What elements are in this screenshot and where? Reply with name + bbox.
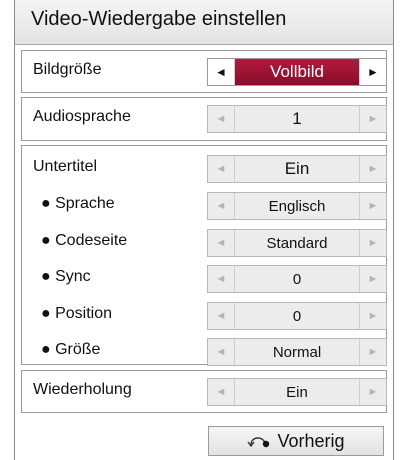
selector-value: 0	[235, 303, 359, 329]
arrow-right-icon[interactable]: ►	[359, 106, 386, 132]
row-label: Bildgröße	[33, 61, 102, 78]
row-label: ● Position	[41, 305, 113, 322]
arrow-right-icon[interactable]: ►	[359, 156, 386, 182]
back-button-label: Vorherig	[277, 430, 345, 451]
codepage-selector[interactable]: ◄ Standard ►	[207, 229, 387, 257]
row-position: ● Position ◄ 0 ►	[21, 297, 387, 333]
back-return-icon	[247, 433, 271, 449]
video-playback-settings-panel: Video-Wiedergabe einstellen Bildgröße ◄ …	[14, 0, 394, 460]
row-sync: ● Sync ◄ 0 ►	[21, 260, 387, 296]
row-size: ● Größe ◄ Normal ►	[21, 333, 387, 369]
arrow-right-icon[interactable]: ►	[359, 339, 386, 365]
back-button[interactable]: Vorherig	[208, 426, 384, 456]
row-label: ● Sync	[41, 268, 91, 285]
selector-value: Normal	[235, 339, 359, 365]
row-subtitle-language: ● Sprache ◄ Englisch ►	[21, 187, 387, 223]
row-audio-language: Audiosprache ◄ 1 ►	[21, 100, 387, 136]
arrow-left-icon[interactable]: ◄	[208, 379, 235, 405]
row-label: ● Größe	[41, 341, 101, 358]
sync-selector[interactable]: ◄ 0 ►	[207, 265, 387, 293]
arrow-left-icon[interactable]: ◄	[208, 339, 235, 365]
subtitle-language-selector[interactable]: ◄ Englisch ►	[207, 192, 387, 220]
position-selector[interactable]: ◄ 0 ►	[207, 302, 387, 330]
arrow-left-icon[interactable]: ◄	[208, 303, 235, 329]
row-label: Audiosprache	[33, 108, 131, 125]
selector-value: 0	[235, 266, 359, 292]
arrow-left-icon[interactable]: ◄	[208, 193, 235, 219]
row-subtitles: Untertitel ◄ Ein ►	[21, 150, 387, 186]
arrow-right-icon[interactable]: ►	[359, 59, 386, 85]
title-bar: Video-Wiedergabe einstellen	[15, 0, 393, 45]
arrow-right-icon[interactable]: ►	[359, 379, 386, 405]
repeat-selector[interactable]: ◄ Ein ►	[207, 378, 387, 406]
row-label: ● Codeseite	[41, 232, 128, 249]
row-label: Wiederholung	[33, 381, 132, 398]
arrow-right-icon[interactable]: ►	[359, 230, 386, 256]
selector-value: 1	[235, 106, 359, 132]
arrow-left-icon[interactable]: ◄	[208, 59, 235, 85]
arrow-left-icon[interactable]: ◄	[208, 156, 235, 182]
row-codepage: ● Codeseite ◄ Standard ►	[21, 224, 387, 260]
arrow-right-icon[interactable]: ►	[359, 193, 386, 219]
arrow-left-icon[interactable]: ◄	[208, 106, 235, 132]
selector-value: Standard	[235, 230, 359, 256]
row-label: ● Sprache	[41, 195, 115, 212]
selector-value: Englisch	[235, 193, 359, 219]
selector-value: Ein	[235, 379, 359, 405]
selector-value: Ein	[235, 156, 359, 182]
arrow-left-icon[interactable]: ◄	[208, 230, 235, 256]
arrow-right-icon[interactable]: ►	[359, 303, 386, 329]
audio-language-selector[interactable]: ◄ 1 ►	[207, 105, 387, 133]
picture-size-selector[interactable]: ◄ Vollbild ►	[207, 58, 387, 86]
row-repeat: Wiederholung ◄ Ein ►	[21, 373, 387, 409]
selector-value: Vollbild	[235, 59, 359, 85]
subtitles-selector[interactable]: ◄ Ein ►	[207, 155, 387, 183]
size-selector[interactable]: ◄ Normal ►	[207, 338, 387, 366]
row-picture-size: Bildgröße ◄ Vollbild ►	[21, 53, 387, 89]
arrow-left-icon[interactable]: ◄	[208, 266, 235, 292]
page-title: Video-Wiedergabe einstellen	[31, 8, 287, 30]
arrow-right-icon[interactable]: ►	[359, 266, 386, 292]
row-label: Untertitel	[33, 158, 98, 175]
